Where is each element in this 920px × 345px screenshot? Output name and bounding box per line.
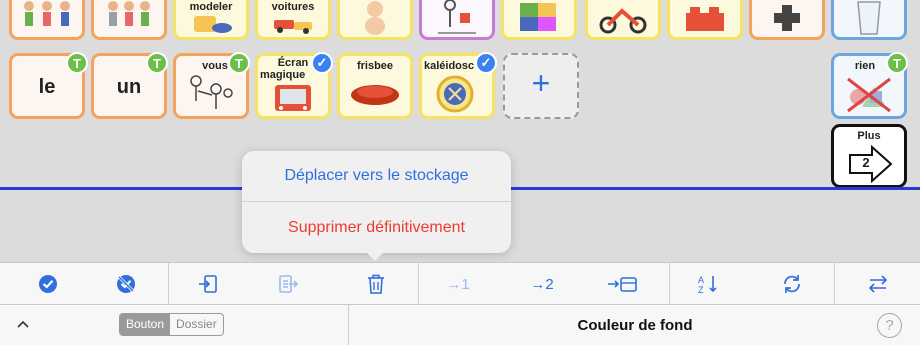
type-segmented-control[interactable]: Bouton Dossier (119, 313, 224, 336)
help-icon[interactable]: ? (877, 313, 902, 338)
tile-people-2[interactable] (91, 0, 167, 40)
cars-pictogram (258, 15, 328, 34)
tile-voitures[interactable]: voitures (255, 0, 331, 40)
sort-az-icon: AZ (698, 275, 717, 295)
svg-text:A: A (698, 275, 704, 285)
tricycle-pictogram (588, 3, 658, 34)
import-icon (199, 275, 217, 293)
select-all-button[interactable] (8, 263, 88, 305)
tile-label: Plus (857, 130, 881, 142)
trash-icon (368, 274, 384, 294)
put-away-pictogram (422, 0, 492, 34)
glass-pictogram (834, 1, 904, 35)
tile-label: frisbee (356, 60, 394, 72)
svg-text:Z: Z (698, 285, 704, 295)
swap-button[interactable] (838, 263, 918, 305)
tile-modeler[interactable]: modeler (173, 0, 249, 40)
etch-a-sketch-pictogram (258, 84, 328, 112)
move-to-folder-button[interactable] (582, 263, 662, 305)
toolbar-separator (834, 263, 835, 305)
tile-lego[interactable] (667, 0, 743, 40)
frisbee-pictogram (340, 76, 410, 112)
popup-arrow (366, 252, 384, 261)
baby-pictogram (340, 1, 410, 35)
refresh-button[interactable] (752, 263, 832, 305)
edit-toolbar: →1 →2 AZ (0, 262, 920, 305)
delete-button[interactable] (336, 263, 416, 305)
deselect-circle-icon (117, 275, 135, 293)
you-plural-pictogram (176, 74, 246, 112)
refresh-icon (784, 275, 800, 293)
playdough-pictogram (176, 15, 246, 33)
export-icon (279, 275, 299, 293)
bottom-bar: Bouton Dossier Couleur de fond ? (0, 305, 920, 345)
tile-put-away[interactable] (419, 0, 495, 40)
selected-check-icon: ✓ (475, 52, 497, 74)
add-tile-button[interactable]: + (503, 53, 579, 119)
delete-permanently-option[interactable]: Supprimer définitivement (242, 202, 511, 253)
text-badge-icon: T (886, 52, 908, 74)
nothing-pictogram (834, 76, 904, 113)
tile-label: un (116, 76, 142, 98)
tile-people-1[interactable] (9, 0, 85, 40)
panel-title: Couleur de fond (577, 316, 693, 334)
tile-tricycle[interactable] (585, 0, 661, 40)
tile-glass[interactable] (831, 0, 907, 40)
tile-plus-sign[interactable] (749, 0, 825, 40)
move-to-storage-option[interactable]: Déplacer vers le stockage (242, 151, 511, 202)
selected-check-icon: ✓ (311, 52, 333, 74)
text-badge-icon: T (228, 52, 250, 74)
tile-puzzle[interactable] (501, 0, 577, 40)
plus-icon: + (531, 65, 551, 101)
move-to-folder-icon (608, 277, 637, 292)
deselect-all-button[interactable] (86, 263, 166, 305)
action-popup-menu: Déplacer vers le stockage Supprimer défi… (242, 151, 511, 253)
check-circle-icon (39, 275, 57, 293)
people-pictogram (94, 1, 164, 33)
text-badge-icon: T (146, 52, 168, 74)
swap-arrows-icon (868, 275, 888, 293)
tile-label: le (38, 76, 56, 98)
bottom-left-panel: Bouton Dossier (0, 305, 349, 345)
kaleidoscope-pictogram (422, 75, 492, 113)
import-button[interactable] (168, 263, 248, 305)
export-button[interactable] (248, 263, 328, 305)
text-badge-icon: T (66, 52, 88, 74)
chevron-up-icon[interactable] (16, 319, 30, 329)
page-number: 2 (862, 155, 870, 170)
tile-frisbee[interactable]: frisbee (337, 53, 413, 119)
puzzle-pictogram (504, 3, 574, 33)
plus-sign-pictogram (752, 3, 822, 33)
lego-brick-pictogram (670, 3, 740, 33)
people-pictogram (12, 1, 82, 33)
segment-dossier[interactable]: Dossier (170, 314, 223, 335)
move-to-page-1-button[interactable]: →1 (418, 263, 498, 305)
segment-bouton[interactable]: Bouton (120, 314, 171, 335)
sort-button[interactable]: AZ (669, 263, 749, 305)
move-to-page-2-button[interactable]: →2 (502, 263, 582, 305)
more-page-2-button[interactable]: Plus 2 (831, 124, 907, 188)
tile-baby[interactable] (337, 0, 413, 40)
